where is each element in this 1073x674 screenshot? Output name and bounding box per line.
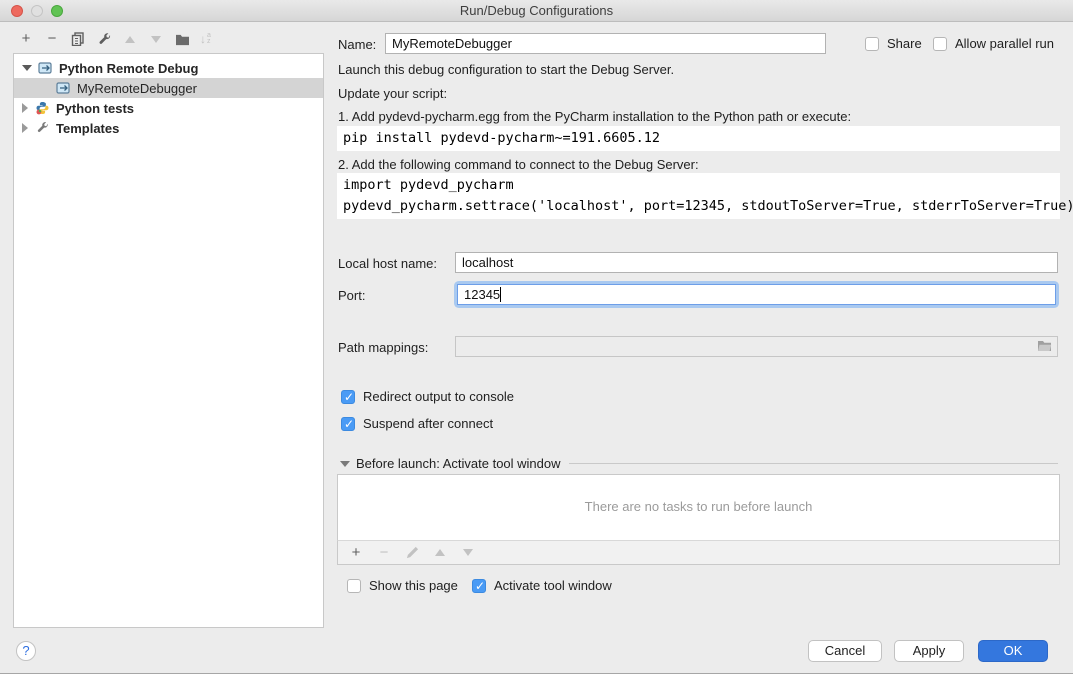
activate-tool-window-checkbox-row[interactable]: Activate tool window xyxy=(472,578,612,593)
suspend-after-connect-label: Suspend after connect xyxy=(363,416,493,431)
window-title: Run/Debug Configurations xyxy=(0,3,1073,18)
edit-task-pencil-icon xyxy=(404,545,420,561)
share-label: Share xyxy=(887,36,922,51)
show-this-page-checkbox[interactable] xyxy=(347,579,361,593)
add-task-icon[interactable]: + xyxy=(348,545,364,561)
python-tests-icon xyxy=(35,101,50,115)
share-checkbox[interactable] xyxy=(865,37,879,51)
expand-arrow-icon[interactable] xyxy=(22,103,28,113)
new-folder-icon[interactable] xyxy=(174,31,190,47)
port-field-focus-ring xyxy=(457,284,1056,305)
collapse-arrow-icon[interactable] xyxy=(22,65,32,71)
intro-text: Launch this debug configuration to start… xyxy=(338,62,674,77)
activate-tool-window-checkbox[interactable] xyxy=(472,579,486,593)
step1-text: 1. Add pydevd-pycharm.egg from the PyCha… xyxy=(338,109,851,124)
tree-item-python-remote-debug[interactable]: Python Remote Debug xyxy=(14,58,323,78)
allow-parallel-run-checkbox[interactable] xyxy=(933,37,947,51)
run-debug-configurations-dialog: Run/Debug Configurations + − ↓ az Python… xyxy=(0,0,1073,674)
tree-item-python-tests[interactable]: Python tests xyxy=(14,98,323,118)
name-input[interactable] xyxy=(385,33,826,54)
tree-item-templates[interactable]: Templates xyxy=(14,118,323,138)
activate-tool-window-label: Activate tool window xyxy=(494,578,612,593)
remove-configuration-icon[interactable]: − xyxy=(44,31,60,47)
before-launch-header[interactable]: Before launch: Activate tool window xyxy=(340,456,1058,471)
header-divider xyxy=(569,463,1058,464)
pip-install-code: pip install pydevd-pycharm~=191.6605.12 xyxy=(337,126,1060,151)
redirect-output-checkbox[interactable] xyxy=(341,390,355,404)
show-this-page-label: Show this page xyxy=(369,578,458,593)
allow-parallel-run-checkbox-row[interactable]: Allow parallel run xyxy=(933,36,1054,51)
remote-debug-icon xyxy=(56,81,71,95)
edit-defaults-wrench-icon[interactable] xyxy=(96,31,112,47)
remove-task-icon: − xyxy=(376,545,392,561)
empty-tasks-message: There are no tasks to run before launch xyxy=(338,475,1059,514)
step2-text: 2. Add the following command to connect … xyxy=(338,157,699,172)
configurations-tree: Python Remote Debug MyRemoteDebugger Pyt… xyxy=(13,53,324,628)
tree-item-myremotedebugger[interactable]: MyRemoteDebugger xyxy=(14,78,323,98)
path-mappings-field[interactable] xyxy=(455,336,1058,357)
help-button[interactable]: ? xyxy=(16,641,36,661)
remote-debug-icon xyxy=(38,61,53,75)
share-checkbox-row[interactable]: Share xyxy=(865,36,922,51)
sort-configurations-icon: ↓ az xyxy=(200,32,211,46)
before-launch-task-list[interactable]: There are no tasks to run before launch xyxy=(337,474,1060,541)
show-this-page-checkbox-row[interactable]: Show this page xyxy=(347,578,458,593)
before-launch-title: Before launch: Activate tool window xyxy=(356,456,561,471)
port-input[interactable] xyxy=(457,284,1056,305)
move-up-icon xyxy=(122,31,138,47)
update-script-text: Update your script: xyxy=(338,86,447,101)
wrench-icon xyxy=(35,121,50,135)
expand-arrow-icon[interactable] xyxy=(22,123,28,133)
apply-button[interactable]: Apply xyxy=(894,640,964,662)
ok-button[interactable]: OK xyxy=(978,640,1048,662)
name-label: Name: xyxy=(338,37,376,52)
browse-folder-icon[interactable] xyxy=(1037,340,1053,356)
redirect-output-checkbox-row[interactable]: Redirect output to console xyxy=(341,389,514,404)
suspend-after-connect-checkbox-row[interactable]: Suspend after connect xyxy=(341,416,493,431)
path-mappings-label: Path mappings: xyxy=(338,340,428,355)
text-caret xyxy=(500,287,501,302)
configurations-toolbar: + − ↓ az xyxy=(18,31,211,47)
move-down-icon xyxy=(148,31,164,47)
port-label: Port: xyxy=(338,288,365,303)
move-task-down-icon xyxy=(460,545,476,561)
settrace-code: import pydevd_pycharm pydevd_pycharm.set… xyxy=(337,173,1060,219)
allow-parallel-run-label: Allow parallel run xyxy=(955,36,1054,51)
copy-configuration-icon[interactable] xyxy=(70,31,86,47)
cancel-button[interactable]: Cancel xyxy=(808,640,882,662)
move-task-up-icon xyxy=(432,545,448,561)
local-host-name-label: Local host name: xyxy=(338,256,437,271)
add-configuration-icon[interactable]: + xyxy=(18,31,34,47)
before-launch-toolbar: + − xyxy=(337,540,1060,565)
suspend-after-connect-checkbox[interactable] xyxy=(341,417,355,431)
redirect-output-label: Redirect output to console xyxy=(363,389,514,404)
collapse-arrow-icon[interactable] xyxy=(340,461,350,467)
title-bar: Run/Debug Configurations xyxy=(0,0,1073,22)
local-host-name-input[interactable] xyxy=(455,252,1058,273)
